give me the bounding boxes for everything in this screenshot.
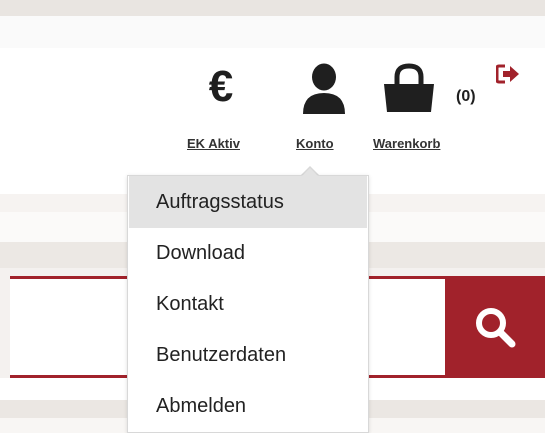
nav-label-warenkorb: Warenkorb [373,136,441,151]
menu-item-download[interactable]: Download [129,227,367,279]
cart-count-badge: (0) [456,88,476,105]
header-bar [0,16,545,48]
account-dropdown-menu: Auftragsstatus Download Kontakt Benutzer… [127,175,369,433]
menu-item-auftragsstatus[interactable]: Auftragsstatus [129,176,367,228]
search-icon [476,308,516,348]
user-icon [303,63,345,114]
menu-item-benutzerdaten[interactable]: Benutzerdaten [129,329,367,381]
nav-label-konto: Konto [296,136,334,151]
menu-item-abmelden[interactable]: Abmelden [129,380,367,432]
search-button[interactable] [445,276,545,378]
top-strip [0,0,545,16]
nav-warenkorb[interactable]: (0) Warenkorb [368,60,478,160]
nav-ek-aktiv[interactable]: € EK Aktiv [180,60,266,160]
nav-konto[interactable]: Konto [290,60,360,160]
dropdown-caret-fill [301,168,319,177]
nav-label-ek-aktiv: EK Aktiv [187,136,240,151]
menu-item-kontakt[interactable]: Kontakt [129,278,367,330]
logout-icon[interactable] [496,64,520,84]
euro-icon: € [208,62,234,111]
shopping-bag-icon [384,63,434,112]
